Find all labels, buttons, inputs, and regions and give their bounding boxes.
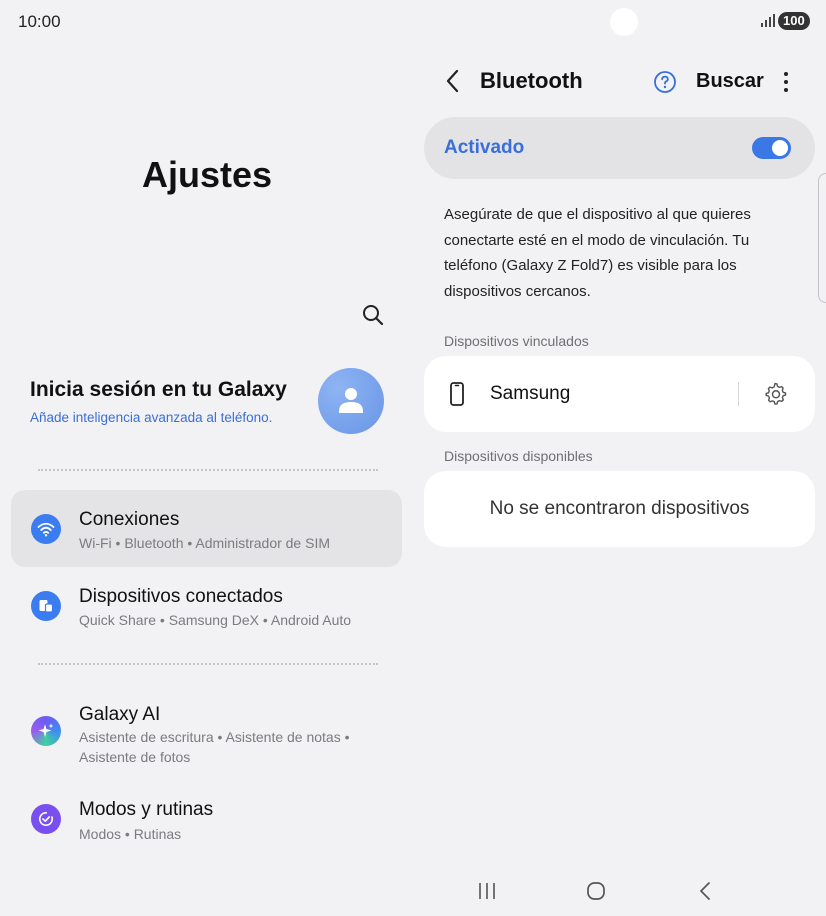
bluetooth-description: Asegúrate de que el dispositivo al que q…: [444, 206, 751, 300]
account-title: Inicia sesión en tu Galaxy: [30, 378, 287, 401]
menu-item-title: Modos y rutinas: [79, 799, 214, 820]
settings-panel: Ajustes Inicia sesión en tu Galaxy Añade…: [0, 44, 414, 864]
person-icon: [339, 388, 363, 413]
bluetooth-switch[interactable]: [752, 137, 791, 159]
chevron-left-icon[interactable]: [442, 68, 464, 94]
menu-item-subtitle: Quick Share • Samsung DeX • Android Auto: [79, 612, 352, 628]
bluetooth-panel: Bluetooth Buscar Activado Asegúrate de q…: [414, 44, 826, 864]
menu-item-title: Galaxy AI: [79, 704, 161, 725]
modes-routines-icon: [31, 804, 61, 834]
switch-knob: [772, 140, 788, 156]
menu-item-title: Conexiones: [79, 509, 180, 530]
avatar: [318, 368, 384, 434]
status-time: 10:00: [18, 12, 61, 31]
wifi-icon: [31, 514, 61, 544]
search-devices-button[interactable]: Buscar: [696, 70, 764, 93]
connected-devices-icon: [31, 591, 61, 621]
galaxy-account-signin[interactable]: Inicia sesión en tu Galaxy Añade intelig…: [30, 368, 390, 444]
menu-item-modos-y-rutinas[interactable]: Modos y rutinas Modos • Rutinas: [11, 784, 402, 852]
search-icon[interactable]: [360, 302, 386, 328]
battery-indicator: 100: [778, 12, 810, 30]
toggle-label: Activado: [444, 137, 525, 158]
back-icon[interactable]: [695, 880, 717, 902]
section-available-devices: Dispositivos disponibles: [444, 448, 593, 464]
bluetooth-toggle-row[interactable]: Activado: [424, 117, 815, 179]
navigation-bar: [0, 864, 826, 916]
page-title: Ajustes: [141, 154, 273, 195]
status-bar: 10:00 100: [0, 0, 826, 44]
gear-icon[interactable]: [764, 382, 788, 406]
camera-cutout: [610, 8, 638, 36]
page-title: Bluetooth: [480, 68, 583, 93]
help-circle-icon[interactable]: [653, 70, 677, 94]
menu-item-subtitle: Modos • Rutinas: [79, 826, 182, 842]
sparkle-icon: [31, 716, 61, 746]
available-devices-card: No se encontraron dispositivos: [424, 471, 815, 547]
divider: [738, 382, 739, 406]
divider: [38, 469, 378, 471]
menu-item-dispositivos-conectados[interactable]: Dispositivos conectados Quick Share • Sa…: [11, 569, 402, 644]
signal-icon: [761, 14, 775, 27]
account-subtitle: Añade inteligencia avanzada al teléfono.: [30, 410, 273, 425]
menu-item-subtitle: Wi-Fi • Bluetooth • Administrador de SIM: [79, 535, 331, 551]
edge-panel-handle[interactable]: [818, 173, 826, 303]
no-devices-message: No se encontraron dispositivos: [489, 498, 750, 519]
divider: [38, 663, 378, 665]
menu-item-subtitle: Asistente de escritura • Asistente de no…: [79, 729, 350, 765]
home-icon[interactable]: [585, 880, 607, 902]
section-paired-devices: Dispositivos vinculados: [444, 333, 589, 349]
menu-item-galaxy-ai[interactable]: Galaxy AI Asistente de escritura • Asist…: [11, 686, 402, 776]
recent-apps-icon[interactable]: [476, 880, 498, 902]
device-name: Samsung: [490, 383, 571, 404]
more-vertical-icon[interactable]: [778, 70, 794, 94]
smartphone-icon: [450, 382, 464, 406]
paired-device-row[interactable]: Samsung: [424, 356, 815, 432]
menu-item-conexiones[interactable]: Conexiones Wi-Fi • Bluetooth • Administr…: [11, 490, 402, 567]
menu-item-title: Dispositivos conectados: [79, 586, 283, 607]
